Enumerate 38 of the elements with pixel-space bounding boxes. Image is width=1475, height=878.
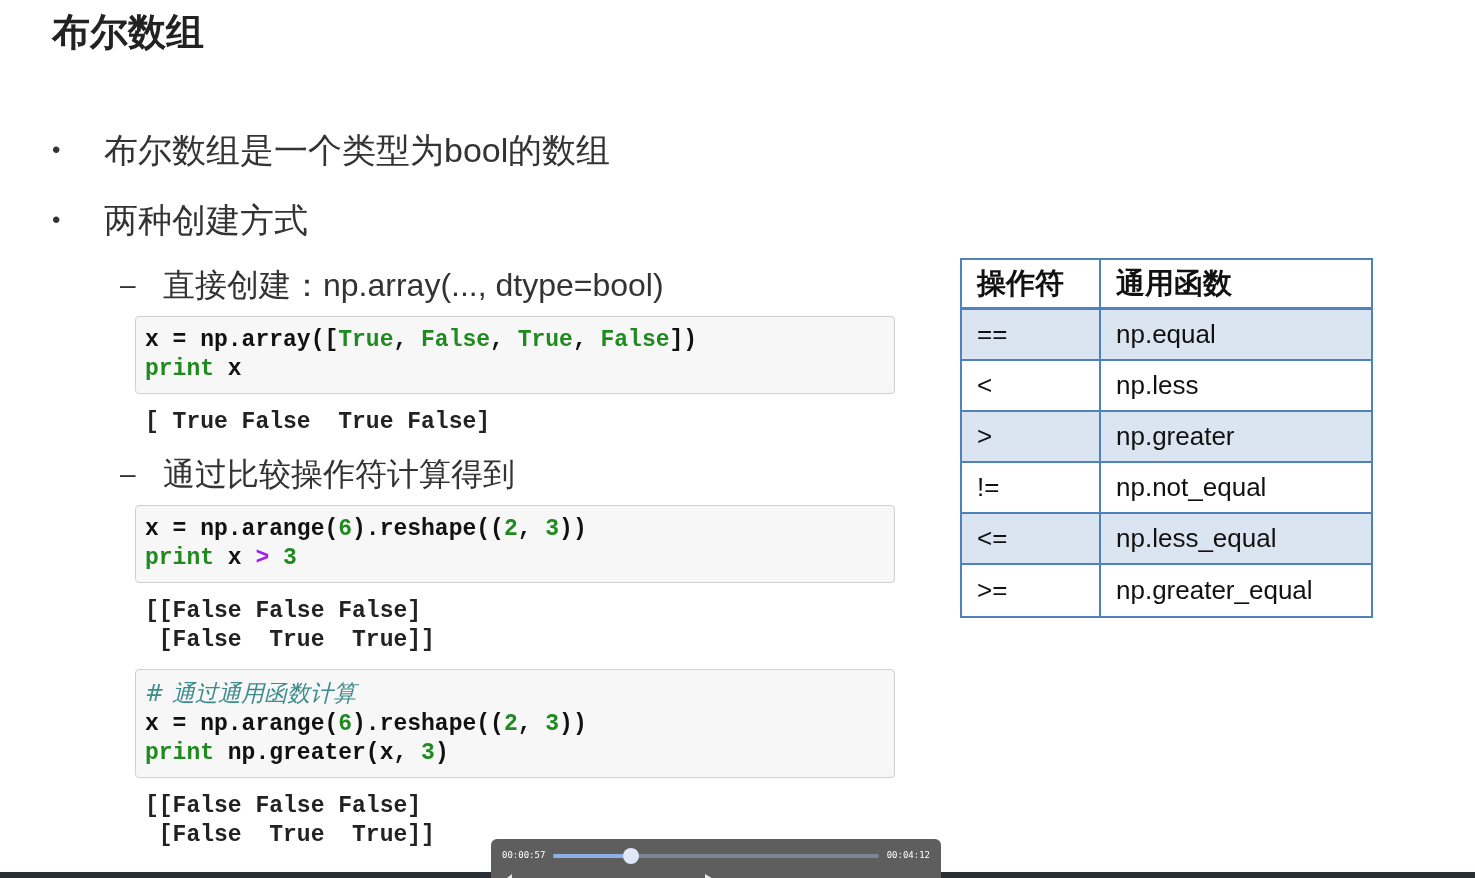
table-cell-text: np.greater_equal (1115, 574, 1314, 607)
output-line: [ True False True False] (145, 408, 491, 437)
output-line: [[False False False] (145, 597, 422, 626)
output-line: [False True True]] (157, 626, 435, 655)
table-cell-text: np.equal (1115, 318, 1217, 351)
table-cell: == (962, 310, 1101, 359)
table-cell: != (962, 463, 1101, 512)
code-line: print np.greater(x, 3) (145, 739, 449, 768)
code-line: print x (145, 355, 242, 384)
output-line: [[False False False] (145, 792, 422, 821)
bullet-text: 布尔数组是一个类型为bool的数组 (104, 130, 611, 171)
elapsed-time: 00:00:57 (502, 849, 546, 863)
table-cell: >= (962, 565, 1101, 616)
code-line: x = np.array([True, False, True, False]) (145, 326, 698, 355)
sub-bullet-marker: – (120, 268, 137, 302)
table-cell: > (962, 412, 1101, 461)
table-cell-text: np.less_equal (1115, 522, 1278, 555)
sub-bullet-text: 通过比较操作符计算得到 (163, 455, 515, 494)
table-header-cell: 操作符 (962, 260, 1101, 307)
table-cell-text: np.less (1115, 369, 1200, 402)
code-line: x = np.arange(6).reshape((2, 3)) (145, 710, 587, 739)
sub-bullet-marker: – (120, 457, 137, 491)
bullet-marker: • (52, 135, 62, 165)
table-cell: < (962, 361, 1101, 410)
output-line: [False True True]] (157, 821, 435, 850)
bullet-marker: • (52, 205, 62, 235)
code-line: x = np.arange(6).reshape((2, 3)) (145, 515, 587, 544)
code-line: print x > 3 (145, 544, 297, 573)
table-cell: <= (962, 514, 1101, 563)
sub-bullet-text: 直接创建：np.array(..., dtype=bool) (163, 266, 664, 305)
duration-time: 00:04:12 (886, 849, 930, 863)
table-header-cell-text: 通用函数 (1115, 265, 1233, 301)
bullet-text: 两种创建方式 (104, 200, 308, 241)
table-cell-text: np.greater (1115, 420, 1236, 453)
slide-title: 布尔数组 (52, 10, 204, 54)
progress-track[interactable] (553, 854, 879, 858)
progress-thumb[interactable] (623, 848, 640, 864)
table-cell-text: np.not_equal (1115, 471, 1268, 504)
